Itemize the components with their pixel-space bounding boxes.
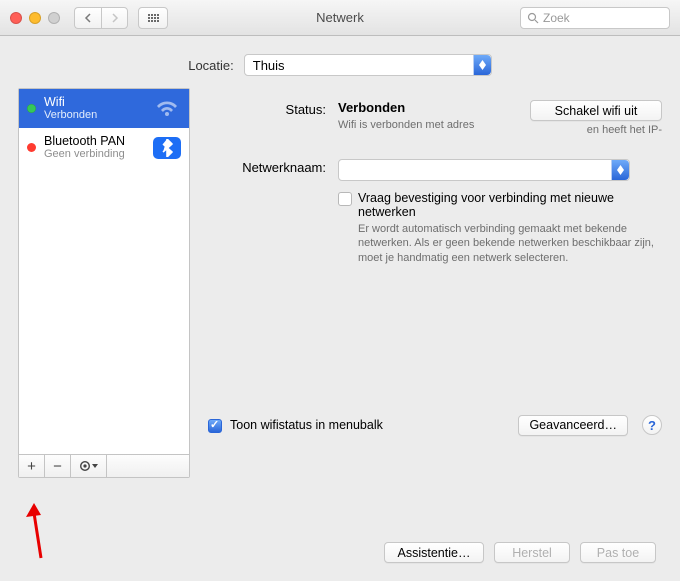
chevron-right-icon <box>111 13 119 23</box>
location-row: Locatie: Thuis <box>0 36 680 88</box>
bottom-row: Toon wifistatus in menubalk Geavanceerd…… <box>208 415 662 436</box>
show-wifi-status-checkbox[interactable] <box>208 419 222 433</box>
forward-button[interactable] <box>101 7 128 29</box>
status-row: Status: Verbonden Wifi is verbonden met … <box>208 100 662 136</box>
question-icon: ? <box>648 418 656 433</box>
grid-icon <box>148 14 159 22</box>
network-name-row: Netwerknaam: <box>208 158 662 181</box>
chevron-left-icon <box>84 13 92 23</box>
gear-icon <box>79 460 99 472</box>
network-name-popup[interactable] <box>338 159 630 181</box>
window-titlebar: Netwerk Zoek <box>0 0 680 36</box>
content-area: Wifi Verbonden Bluetooth PAN Geen verbin… <box>0 88 680 478</box>
service-item-wifi[interactable]: Wifi Verbonden <box>19 89 189 128</box>
wifi-icon <box>153 98 181 120</box>
popup-arrows-icon <box>473 55 491 75</box>
services-list: Wifi Verbonden Bluetooth PAN Geen verbin… <box>19 89 189 454</box>
location-label: Locatie: <box>188 58 234 73</box>
add-service-button[interactable]: + <box>19 455 45 477</box>
ask-to-join-checkbox[interactable] <box>338 192 352 206</box>
revert-button[interactable]: Herstel <box>494 542 570 563</box>
search-field[interactable]: Zoek <box>520 7 670 29</box>
ask-to-join-row: Vraag bevestiging voor verbinding met ni… <box>338 191 662 219</box>
show-wifi-status-label: Toon wifistatus in menubalk <box>230 418 510 432</box>
service-status: Geen verbinding <box>44 148 145 161</box>
location-value: Thuis <box>253 58 285 73</box>
sidebar-footer: + − <box>19 454 189 477</box>
close-window-icon[interactable] <box>10 12 22 24</box>
service-name: Bluetooth PAN <box>44 134 145 148</box>
zoom-window-icon <box>48 12 60 24</box>
detail-panel: Status: Verbonden Wifi is verbonden met … <box>208 88 662 478</box>
status-dot-icon <box>27 143 36 152</box>
status-help-right: en heeft het IP- <box>522 124 662 136</box>
status-value: Verbonden <box>338 100 522 115</box>
bluetooth-icon <box>153 137 181 159</box>
status-help-left: Wifi is verbonden met adres <box>338 118 488 132</box>
search-placeholder: Zoek <box>543 11 570 25</box>
advanced-button[interactable]: Geavanceerd… <box>518 415 628 436</box>
status-label: Status: <box>208 100 338 117</box>
service-name: Wifi <box>44 95 145 109</box>
traffic-lights <box>10 12 60 24</box>
help-button[interactable]: ? <box>642 415 662 435</box>
annotation-arrow-icon <box>26 503 56 563</box>
window-footer: Assistentie… Herstel Pas toe <box>384 542 656 563</box>
status-dot-icon <box>27 104 36 113</box>
remove-service-button[interactable]: − <box>45 455 71 477</box>
service-text: Wifi Verbonden <box>44 95 145 122</box>
nav-back-forward <box>74 7 128 29</box>
apply-button[interactable]: Pas toe <box>580 542 656 563</box>
action-menu-button[interactable] <box>71 455 107 477</box>
minus-icon: − <box>53 458 62 475</box>
popup-arrows-icon <box>611 160 629 180</box>
ask-to-join-label: Vraag bevestiging voor verbinding met ni… <box>358 191 662 219</box>
show-all-prefs-button[interactable] <box>138 7 168 29</box>
turn-wifi-off-button[interactable]: Schakel wifi uit <box>530 100 662 121</box>
minimize-window-icon[interactable] <box>29 12 41 24</box>
ask-to-join-help: Er wordt automatisch verbinding gemaakt … <box>358 222 662 265</box>
sidebar-footer-spacer <box>107 455 189 477</box>
back-button[interactable] <box>74 7 101 29</box>
service-text: Bluetooth PAN Geen verbinding <box>44 134 145 161</box>
services-sidebar: Wifi Verbonden Bluetooth PAN Geen verbin… <box>18 88 190 478</box>
search-icon <box>527 12 539 24</box>
plus-icon: + <box>27 458 36 475</box>
service-item-bluetooth-pan[interactable]: Bluetooth PAN Geen verbinding <box>19 128 189 167</box>
network-name-label: Netwerknaam: <box>208 158 338 181</box>
location-popup[interactable]: Thuis <box>244 54 492 76</box>
service-status: Verbonden <box>44 109 145 122</box>
assist-button[interactable]: Assistentie… <box>384 542 484 563</box>
